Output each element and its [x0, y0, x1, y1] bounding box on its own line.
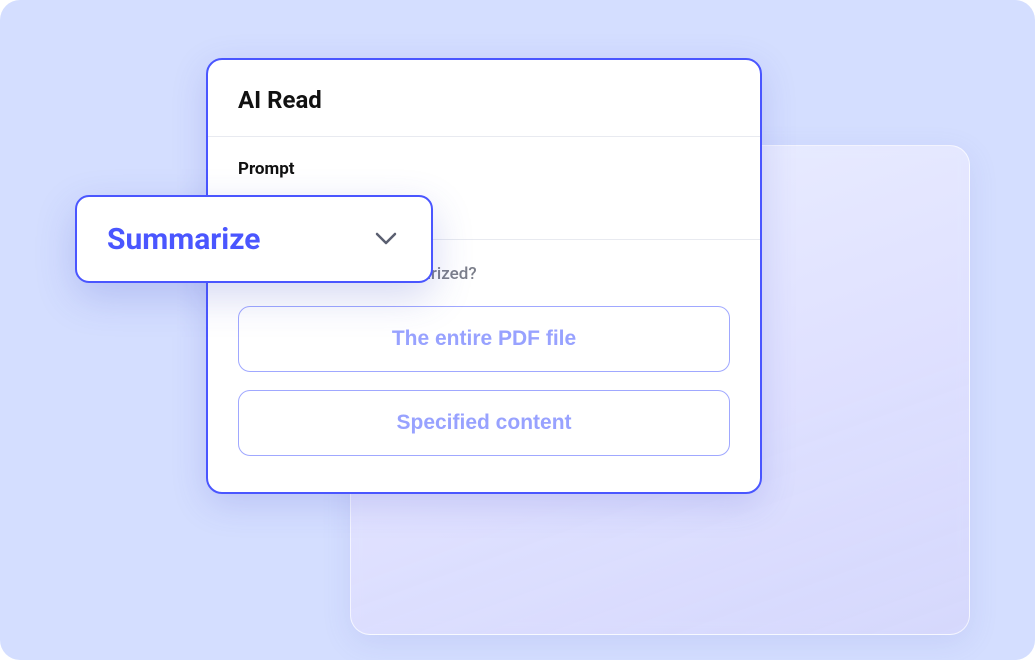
panel-title: AI Read [238, 86, 730, 114]
dropdown-selected-value: Summarize [107, 222, 260, 257]
canvas-background: AI Read Prompt What needs to be summariz… [0, 0, 1035, 660]
option-specified-content-button[interactable]: Specified content [238, 390, 730, 456]
chevron-down-icon [375, 228, 397, 250]
prompt-label: Prompt [238, 159, 730, 179]
option-entire-pdf-button[interactable]: The entire PDF file [238, 306, 730, 372]
prompt-type-dropdown[interactable]: Summarize [75, 195, 433, 283]
panel-header: AI Read [208, 60, 760, 137]
